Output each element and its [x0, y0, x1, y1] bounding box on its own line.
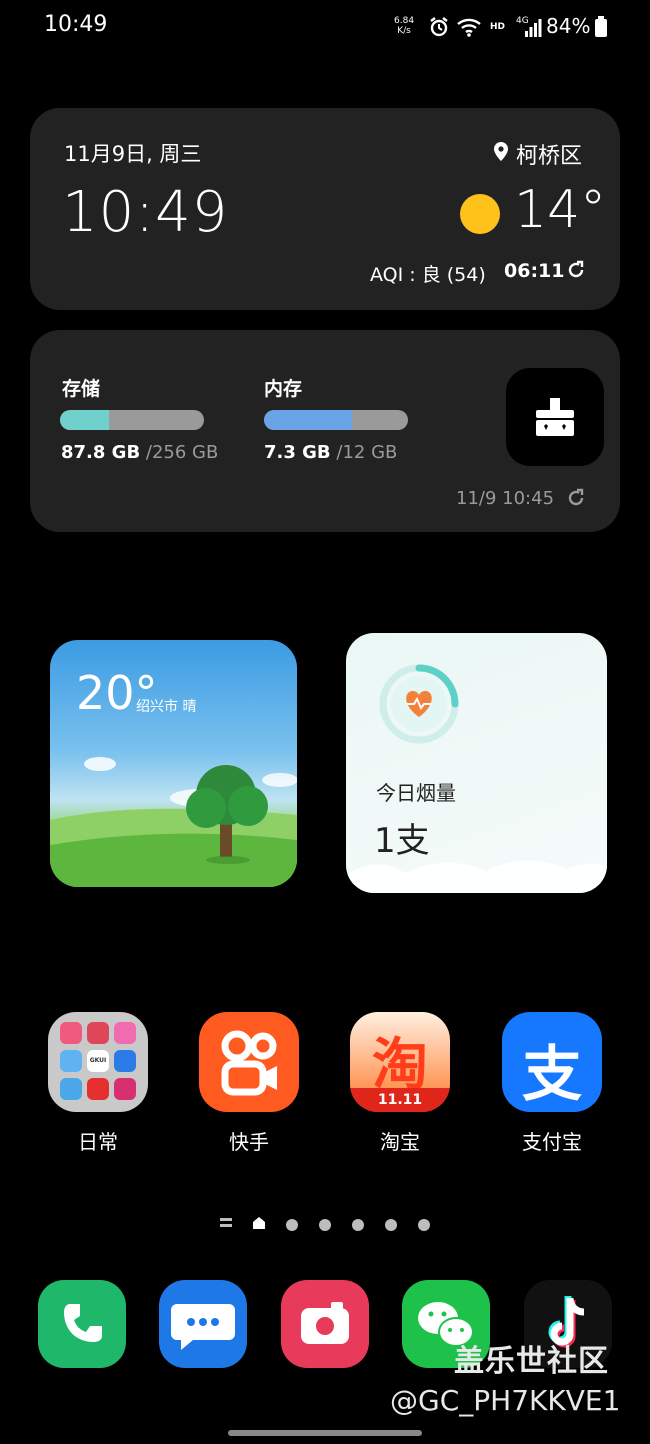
storage-used: 87.8 GB	[61, 442, 141, 463]
watermark-brand: 盖乐世社区	[454, 1344, 609, 1379]
app-label: 日常	[78, 1130, 118, 1154]
cloud-decoration	[346, 860, 607, 893]
memory-used: 7.3 GB	[264, 442, 331, 463]
smoke-counter-widget[interactable]: 今日烟量 1支	[346, 633, 607, 893]
net-speed-unit: K/s	[397, 26, 411, 36]
gesture-handle[interactable]	[228, 1430, 422, 1436]
memory-total: /12 GB	[336, 442, 398, 463]
battery-percentage: 84%	[546, 14, 591, 38]
dock-messages[interactable]	[159, 1280, 247, 1368]
refresh-icon[interactable]	[566, 260, 586, 280]
storage-total: /256 GB	[145, 442, 219, 463]
kuaishou-icon	[199, 1012, 299, 1112]
app-alipay[interactable]: 支 支付宝	[502, 1012, 602, 1155]
storage-label: 存储	[62, 378, 101, 400]
refresh-icon[interactable]	[566, 488, 586, 508]
wifi-icon	[457, 18, 481, 37]
storage-widget[interactable]: 存储 87.8 GB /256 GB 内存 7.3 GB /12 GB 11/9…	[30, 330, 620, 532]
taobao-badge: 11.11	[350, 1088, 450, 1112]
dock-phone[interactable]	[38, 1280, 126, 1368]
broom-icon	[536, 398, 574, 436]
weather-location: 绍兴市 晴	[136, 699, 197, 715]
page-dot[interactable]	[418, 1219, 430, 1231]
memory-label: 内存	[264, 378, 303, 400]
alipay-glyph: 支	[522, 1040, 582, 1110]
watermark-user: @GC_PH7KKVE1	[390, 1384, 621, 1417]
heart-ring-icon	[379, 664, 459, 744]
dock-camera[interactable]	[281, 1280, 369, 1368]
date-text: 11月9日, 周三	[64, 142, 202, 166]
battery-icon	[595, 16, 607, 37]
clock-weather-widget[interactable]: 11月9日, 周三 10:49 柯桥区 14° AQI : 良 (54) 06:…	[30, 108, 620, 310]
weather-square-widget[interactable]: 20° 绍兴市 晴	[50, 640, 297, 887]
menu-page-indicator[interactable]	[220, 1218, 232, 1228]
net-speed: 6.84 K/s	[394, 16, 414, 36]
memory-bar-fill	[264, 410, 352, 430]
camera-icon	[301, 1302, 349, 1344]
app-folder-daily[interactable]: GKUI 日常	[48, 1012, 148, 1155]
current-temperature: 14°	[514, 180, 607, 240]
clean-button[interactable]	[506, 368, 604, 466]
folder-mini-app-label: GKUI	[87, 1050, 109, 1072]
storage-update-time: 11/9 10:45	[456, 488, 555, 509]
storage-bar	[60, 410, 204, 430]
alarm-icon	[430, 17, 448, 37]
signal-icon	[525, 19, 542, 37]
sun-icon	[460, 194, 500, 234]
page-dot[interactable]	[319, 1219, 331, 1231]
location-pin-icon	[494, 142, 508, 161]
page-dot[interactable]	[352, 1219, 364, 1231]
weather-update-time: 06:11	[504, 260, 565, 282]
app-taobao[interactable]: 淘 11.11 淘宝	[350, 1012, 450, 1155]
memory-bar	[264, 410, 408, 430]
app-label: 快手	[229, 1130, 269, 1154]
folder-icon: GKUI	[48, 1012, 148, 1112]
status-time: 10:49	[44, 12, 108, 37]
aqi-text: AQI : 良 (54)	[370, 264, 486, 286]
hd-indicator: HD	[490, 22, 506, 32]
memory-values: 7.3 GB /12 GB	[264, 442, 397, 463]
smoke-label: 今日烟量	[376, 781, 456, 805]
location-text: 柯桥区	[516, 144, 583, 169]
page-dot[interactable]	[286, 1219, 298, 1231]
storage-values: 87.8 GB /256 GB	[61, 442, 218, 463]
app-label: 淘宝	[380, 1130, 420, 1154]
clock-time: 10:49	[62, 180, 229, 245]
app-label: 支付宝	[522, 1130, 582, 1154]
app-kuaishou[interactable]: 快手	[199, 1012, 299, 1155]
page-dot[interactable]	[385, 1219, 397, 1231]
messages-icon	[171, 1304, 235, 1350]
phone-icon	[64, 1304, 102, 1342]
taobao-icon: 淘 11.11	[350, 1012, 450, 1112]
alipay-icon: 支	[502, 1012, 602, 1112]
storage-bar-fill	[60, 410, 110, 430]
net-speed-value: 6.84	[394, 16, 415, 26]
home-page-indicator-icon[interactable]	[252, 1216, 266, 1230]
